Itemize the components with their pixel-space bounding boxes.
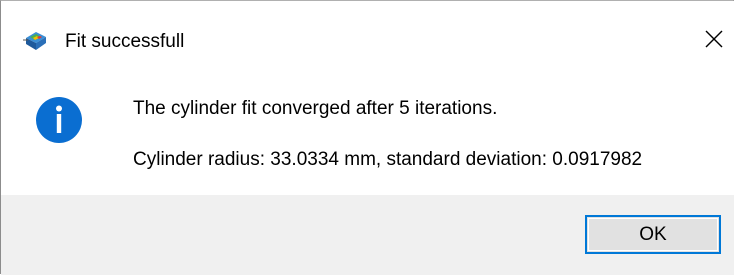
ok-button[interactable]: OK — [585, 215, 721, 254]
window-title: Fit successfull — [65, 31, 185, 52]
message-line-1: The cylinder fit converged after 5 itera… — [133, 98, 498, 119]
application-cube-icon — [23, 29, 49, 51]
dialog-content: The cylinder fit converged after 5 itera… — [1, 67, 734, 195]
message-line-2: Cylinder radius: 33.0334 mm, standard de… — [133, 149, 643, 170]
title-bar[interactable]: Fit successfull — [1, 1, 734, 67]
message-dialog: Fit successfull The cylinder fit converg… — [0, 0, 734, 275]
close-icon — [705, 30, 723, 53]
info-icon — [35, 96, 83, 144]
ok-button-label: OK — [639, 223, 667, 245]
button-bar: OK — [1, 195, 734, 275]
close-button[interactable] — [694, 20, 734, 62]
